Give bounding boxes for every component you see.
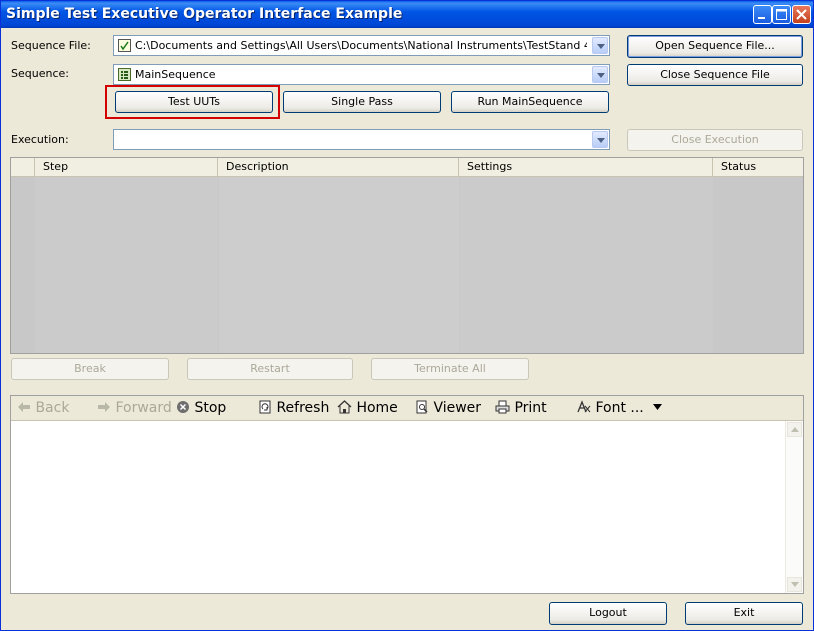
refresh-button[interactable]: Refresh xyxy=(258,400,329,416)
window-title: Simple Test Executive Operator Interface… xyxy=(6,6,403,22)
viewer-label: Viewer xyxy=(433,400,482,416)
logout-button[interactable]: Logout xyxy=(549,602,667,625)
report-browser[interactable]: Back Forward Stop Refresh Home Viewer Pr… xyxy=(10,395,804,594)
scroll-up-arrow[interactable] xyxy=(787,422,802,437)
execution-combo[interactable] xyxy=(113,129,610,150)
column-header-description[interactable]: Description xyxy=(218,158,459,176)
maximize-button[interactable] xyxy=(772,5,791,24)
single-pass-button[interactable]: Single Pass xyxy=(283,91,441,113)
main-window: Simple Test Executive Operator Interface… xyxy=(0,0,814,631)
printer-icon xyxy=(495,400,510,414)
chevron-down-icon[interactable] xyxy=(592,131,608,148)
arrow-left-icon xyxy=(18,402,30,412)
home-button[interactable]: Home xyxy=(337,400,398,416)
font-label: Font ... xyxy=(595,400,644,416)
font-button[interactable]: Font ... xyxy=(576,400,663,416)
steps-grid[interactable]: Step Description Settings Status xyxy=(10,157,804,354)
grid-header: Step Description Settings Status xyxy=(11,158,803,177)
grid-column-settings xyxy=(460,177,713,353)
grid-column-step xyxy=(35,177,218,353)
back-label: Back xyxy=(35,400,70,416)
refresh-label: Refresh xyxy=(276,400,330,416)
minimize-button[interactable] xyxy=(753,5,772,24)
grid-header-blank xyxy=(11,158,35,176)
font-icon xyxy=(577,400,591,413)
exit-button[interactable]: Exit xyxy=(685,602,803,625)
break-button[interactable]: Break xyxy=(11,358,169,380)
viewer-button[interactable]: Viewer xyxy=(415,400,481,416)
close-execution-button[interactable]: Close Execution xyxy=(627,129,803,151)
sequence-value: MainSequence xyxy=(135,68,216,81)
sequence-file-value: C:\Documents and Settings\All Users\Docu… xyxy=(135,39,587,52)
run-main-sequence-button[interactable]: Run MainSequence xyxy=(451,91,609,113)
browser-toolbar: Back Forward Stop Refresh Home Viewer Pr… xyxy=(11,396,803,421)
highlight-box xyxy=(105,85,280,119)
sequence-file-label: Sequence File: xyxy=(11,39,91,52)
close-window-button[interactable] xyxy=(792,5,811,24)
forward-button[interactable]: Forward xyxy=(97,400,172,416)
stop-button[interactable]: Stop xyxy=(176,400,226,416)
triangle-down-icon[interactable] xyxy=(652,403,663,411)
print-label: Print xyxy=(514,400,547,416)
open-sequence-file-button[interactable]: Open Sequence File... xyxy=(627,35,803,58)
stop-icon xyxy=(177,401,189,413)
sequence-icon xyxy=(118,68,131,81)
close-icon xyxy=(796,9,807,20)
chevron-down-icon[interactable] xyxy=(592,66,608,83)
refresh-icon xyxy=(259,400,271,414)
terminate-all-button[interactable]: Terminate All xyxy=(371,358,529,380)
scroll-down-arrow[interactable] xyxy=(787,577,802,592)
browser-scrollbar[interactable] xyxy=(785,421,803,593)
home-icon xyxy=(337,400,352,414)
column-header-step[interactable]: Step xyxy=(35,158,218,176)
close-sequence-file-button[interactable]: Close Sequence File xyxy=(627,64,803,86)
back-button[interactable]: Back xyxy=(17,400,69,416)
sequence-file-icon xyxy=(118,39,131,52)
print-button[interactable]: Print xyxy=(495,400,547,416)
maximize-icon xyxy=(776,9,787,20)
minimize-icon xyxy=(758,17,765,19)
viewer-icon xyxy=(416,400,428,414)
forward-label: Forward xyxy=(115,400,172,416)
stop-label: Stop xyxy=(194,400,227,416)
column-header-status[interactable]: Status xyxy=(713,158,803,176)
grid-column-description xyxy=(219,177,459,353)
execution-label: Execution: xyxy=(11,133,69,146)
chevron-down-icon[interactable] xyxy=(592,37,608,54)
title-bar[interactable]: Simple Test Executive Operator Interface… xyxy=(1,1,813,28)
sequence-combo[interactable]: MainSequence xyxy=(113,64,610,85)
column-header-settings[interactable]: Settings xyxy=(459,158,713,176)
home-label: Home xyxy=(356,400,398,416)
restart-button[interactable]: Restart xyxy=(187,358,353,380)
arrow-right-icon xyxy=(98,402,110,412)
sequence-label: Sequence: xyxy=(11,67,69,80)
sequence-file-combo[interactable]: C:\Documents and Settings\All Users\Docu… xyxy=(113,35,610,56)
